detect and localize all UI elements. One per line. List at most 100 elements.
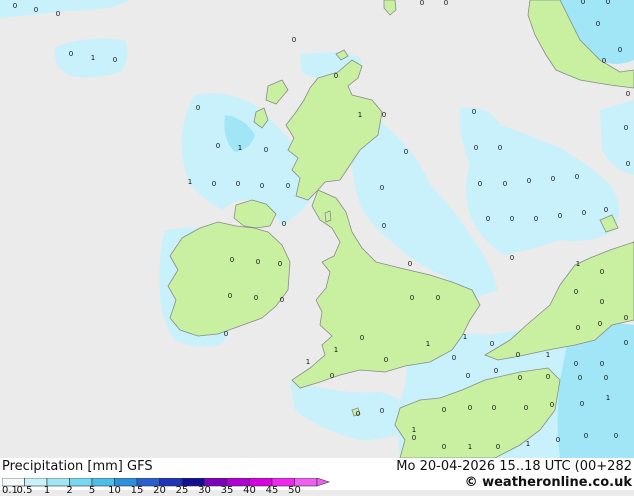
precip-value-label: 0 [444,0,448,7]
precip-value-label: 0 [618,46,622,54]
precip-value-label: 0 [356,410,360,418]
precip-value-label: 0 [472,108,476,116]
precip-value-label: 0 [492,404,496,412]
precip-value-label: 0 [264,146,268,154]
colorbar-tick-label: 0.5 [16,485,33,496]
precip-value-label: 1 [358,111,362,119]
precip-value-label: 0 [626,90,630,98]
credit-link[interactable]: © weatheronline.co.uk [465,475,632,490]
precip-value-label: 1 [334,346,338,354]
precip-value-label: 0 [546,373,550,381]
precip-value-label: 0 [256,258,260,266]
precip-value-label: 0 [278,260,282,268]
precip-value-label: 0 [468,404,472,412]
precip-value-label: 1 [238,144,242,152]
colorbar-tick-label: 2 [66,485,73,496]
precip-value-label: 0 [466,372,470,380]
precip-value-label: 1 [463,333,467,341]
colorbar-tick-label: 35 [220,485,234,496]
colorbar-tick-label: 50 [288,485,301,496]
precip-value-label: 0 [600,268,604,276]
precip-value-label: 0 [510,215,514,223]
colorbar-tick-label: 40 [243,485,256,496]
precip-value-label: 0 [518,374,522,382]
precip-value-label: 0 [498,144,502,152]
precip-value-label: 0 [404,148,408,156]
precip-value-label: 0 [486,215,490,223]
precip-value-label: 1 [526,440,530,448]
precip-value-label: 1 [606,394,610,402]
precip-value-label: 0 [13,2,17,10]
precip-value-label: 0 [280,296,284,304]
precip-value-label: 0 [534,215,538,223]
precip-value-label: 0 [230,256,234,264]
precip-value-label: 0 [113,56,117,64]
precip-value-label: 0 [550,401,554,409]
precip-value-label: 0 [254,294,258,302]
precip-value-label: 1 [576,260,580,268]
precip-value-label: 1 [188,178,192,186]
precip-value-label: 0 [380,407,384,415]
precip-value-label: 0 [503,180,507,188]
precip-value-label: 0 [236,180,240,188]
precip-value-label: 0 [602,57,606,65]
colorbar-tick-label: 20 [153,485,166,496]
precip-value-label: 0 [575,173,579,181]
precipitation-map: 0 0 0 0 0 0 0 0 1 0 0 0 0 1 0 1 0 0 0 0 0 1 0 0 0 0 0 0 0 0 0 0 0 0 0 0 0 0 0 0… [0,0,634,459]
precip-value-label: 0 [604,374,608,382]
precip-value-label: 1 [468,443,472,451]
precip-value-label: 0 [282,220,286,228]
colorbar-tick-label: 10 [108,485,121,496]
precip-value-label: 0 [551,175,555,183]
precip-value-label: 0 [260,182,264,190]
precip-value-label: 0 [596,20,600,28]
precip-value-label: 0 [216,142,220,150]
precip-value-label: 0 [56,10,60,18]
precip-value-label: 0 [224,330,228,338]
colorbar-tick-label: 0.1 [2,485,18,496]
precip-value-label: 0 [196,104,200,112]
precip-value-label: 0 [420,0,424,7]
precip-value-label: 0 [600,298,604,306]
precip-value-label: 0 [578,374,582,382]
precip-value-label: 0 [574,360,578,368]
colorbar-tick-label: 1 [43,485,51,496]
precip-value-label: 0 [330,372,334,380]
colorbar-tick-label: 15 [130,485,144,496]
precip-value-label: 0 [494,367,498,375]
precip-value-label: 0 [576,324,580,332]
precip-value-label: 0 [442,406,446,414]
colorbar-tick-label: 25 [175,485,189,496]
colorbar-tick-label: 45 [265,485,279,496]
precip-value-label: 0 [34,6,38,14]
precip-value-label: 0 [442,443,446,451]
precip-value-label: 0 [598,320,602,328]
precip-value-label: 0 [212,180,216,188]
run-info: Mo 20-04-2026 15..18 UTC (00+282 [396,459,632,474]
precip-value-label: 0 [581,0,585,6]
precip-value-label: 0 [600,360,604,368]
precip-value-label: 0 [382,111,386,119]
precip-value-label: 1 [91,54,95,62]
precip-value-label: 0 [624,314,628,322]
precip-value-label: 0 [614,432,618,440]
precip-value-label: 0 [452,354,456,362]
colorbar: 0.1 0.5 1 2 5 10 15 20 25 30 35 40 45 50 [1,475,332,496]
precip-value-label: 0 [558,212,562,220]
map-canvas: 0 0 0 0 0 0 0 0 1 0 0 0 0 1 0 1 0 0 0 0 0 1 0 0 0 0 0 0 0 0 0 0 0 0 0 0 0 0 0 0… [0,0,634,459]
colorbar-tick-label: 30 [198,485,211,496]
colorbar-tick-label: 5 [88,485,96,496]
colorbar-swatches [1,477,330,487]
precip-value-label: 1 [412,426,416,434]
precip-value-label: 0 [292,36,296,44]
precip-value-label: 0 [380,184,384,192]
footer: Precipitation [mm] GFS Mo 20-04-2026 15.… [0,458,634,496]
precip-value-label: 0 [410,294,414,302]
precip-value-label: 0 [384,356,388,364]
colorbar-arrow [316,477,330,487]
precip-value-label: 0 [516,351,520,359]
precip-value-label: 0 [510,254,514,262]
precip-value-label: 0 [624,339,628,347]
precip-value-label: 0 [334,72,338,80]
precip-value-label: 0 [412,434,416,442]
